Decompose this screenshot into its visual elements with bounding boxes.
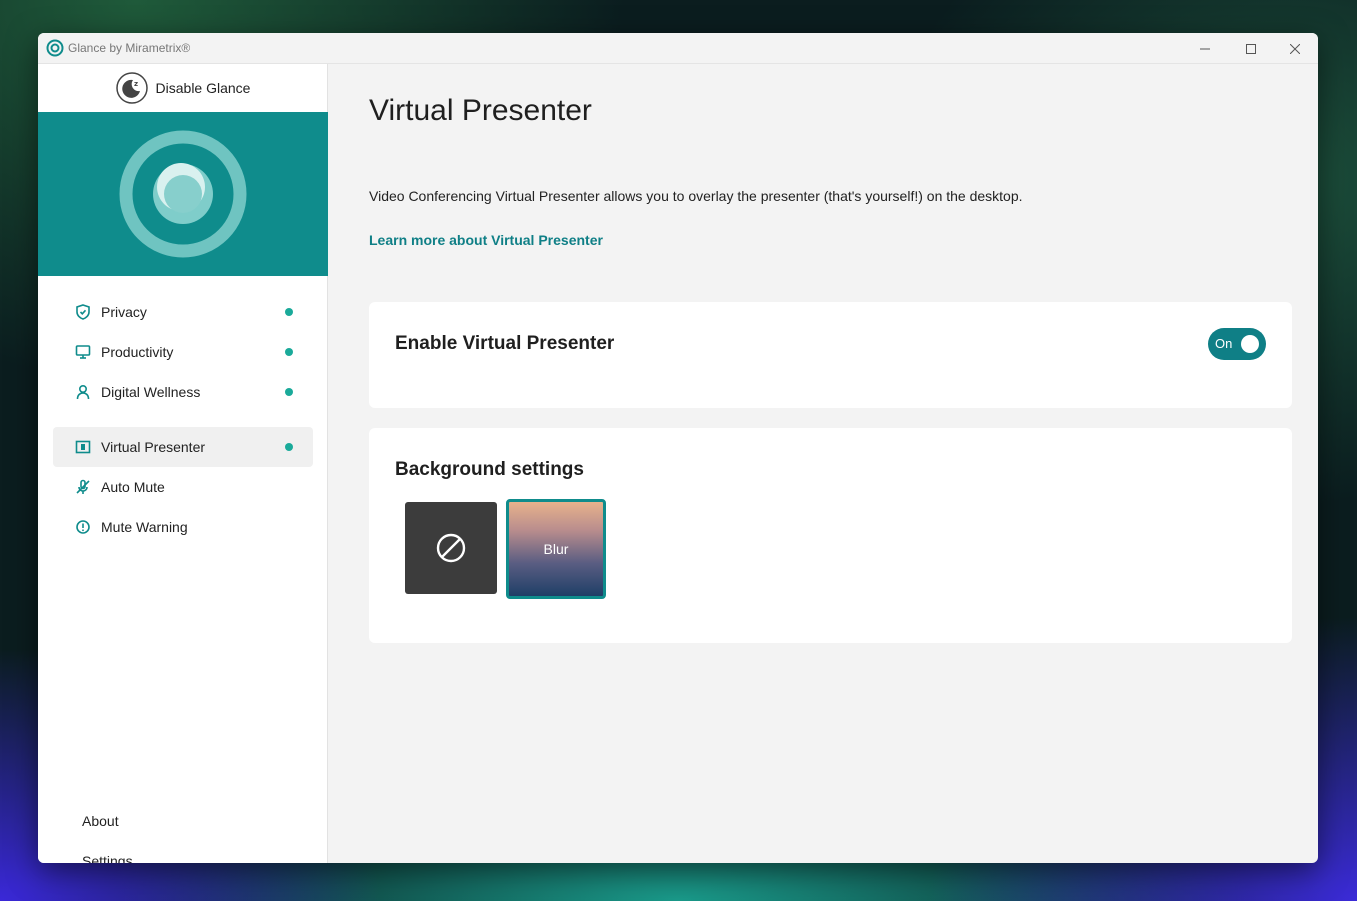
status-dot [285,443,293,451]
background-settings-card: Background settings Blur [369,428,1292,643]
page-title: Virtual Presenter [369,94,592,127]
close-button[interactable] [1272,33,1318,64]
page-description: Video Conferencing Virtual Presenter all… [369,188,1023,204]
person-icon [76,384,90,400]
shield-icon [76,304,90,320]
blur-label: Blur [543,541,569,557]
toggle-label: On [1215,336,1233,351]
sidebar-item-label: Productivity [101,344,174,360]
sidebar-item-label: Virtual Presenter [101,439,206,455]
title-bar: Glance by Mirametrix® [38,33,1318,64]
minimize-button[interactable] [1182,33,1228,64]
enable-virtual-presenter-card: Enable Virtual Presenter On [369,302,1292,408]
learn-more-link[interactable]: Learn more about Virtual Presenter [369,232,603,248]
status-dot [285,308,293,316]
sleep-moon-icon: z [115,72,148,104]
disable-glance-button[interactable]: z Disable Glance [38,64,328,112]
close-icon [1290,43,1300,54]
glance-eye-icon [119,130,247,258]
svg-text:z: z [134,80,138,88]
sidebar-item-label: Digital Wellness [101,384,201,400]
glance-logo-icon [46,39,64,57]
sidebar-item-mute-warning[interactable]: Mute Warning [53,507,313,547]
no-background-option[interactable] [405,502,497,594]
sidebar: z Disable Glance Privacy Productivity Di… [38,64,328,863]
disable-glance-label: Disable Glance [155,80,251,96]
app-window: Glance by Mirametrix® z Disable Glance P… [38,33,1318,863]
app-title: Glance by Mirametrix® [68,41,191,55]
monitor-icon [75,345,91,359]
enable-virtual-presenter-toggle[interactable]: On [1208,328,1266,360]
about-link[interactable]: About [82,813,119,829]
maximize-button[interactable] [1228,33,1274,64]
status-dot [285,348,293,356]
minimize-icon [1200,48,1210,49]
sidebar-item-auto-mute[interactable]: Auto Mute [53,467,313,507]
sidebar-item-label: Mute Warning [101,519,188,535]
sidebar-item-productivity[interactable]: Productivity [53,332,313,372]
maximize-icon [1246,43,1256,54]
info-icon [76,520,90,534]
mic-mute-icon [76,479,90,494]
hero-banner [38,112,328,276]
settings-link[interactable]: Settings [82,853,133,863]
status-dot [285,388,293,396]
sidebar-item-virtual-presenter[interactable]: Virtual Presenter [53,427,313,467]
no-background-icon [436,533,466,563]
blur-background-option[interactable]: Blur [506,499,606,599]
background-card-title: Background settings [395,459,584,480]
sidebar-item-label: Privacy [101,304,147,320]
sidebar-item-label: Auto Mute [101,479,165,495]
toggle-knob [1241,335,1259,353]
sidebar-item-digital-wellness[interactable]: Digital Wellness [53,372,313,412]
presenter-icon [75,440,91,454]
enable-card-title: Enable Virtual Presenter [395,333,615,354]
main-content: Virtual Presenter Video Conferencing Vir… [329,64,1318,863]
sidebar-item-privacy[interactable]: Privacy [53,292,313,332]
